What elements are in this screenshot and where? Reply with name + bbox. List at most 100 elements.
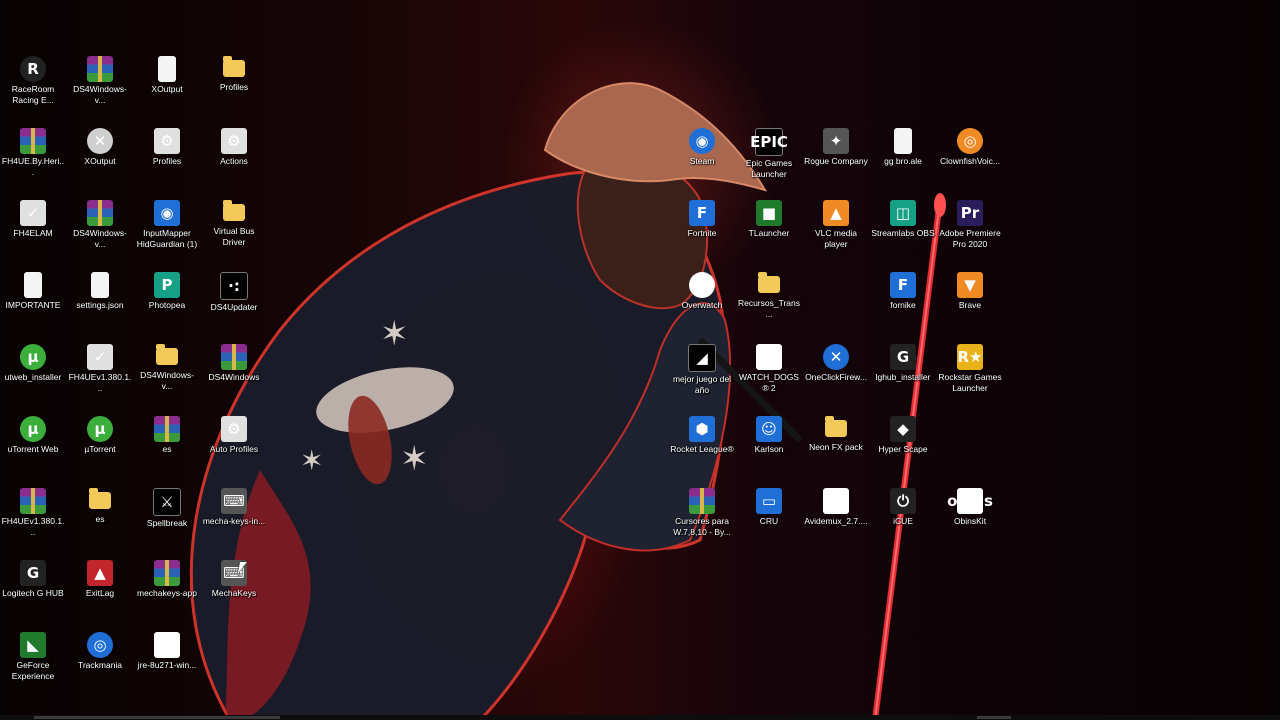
taskbar-edge	[0, 715, 1280, 720]
avidemux-icon: ▤	[823, 488, 849, 514]
desktop-icon[interactable]: μ utweb_installer	[0, 340, 66, 410]
desktop-icon[interactable]: Cursores para W.7,8,10 - By...	[669, 484, 735, 554]
desktop-icon[interactable]: ⚙ Auto Profiles	[201, 412, 267, 482]
desktop-icon[interactable]: ⚙ Profiles	[134, 124, 200, 194]
fortnite-shortcut-icon: F	[890, 272, 916, 298]
desktop-icon[interactable]: ◣ GeForce Experience	[0, 628, 66, 698]
desktop-icon[interactable]: Profiles	[201, 52, 267, 122]
desktop-icon[interactable]: XOutput	[134, 52, 200, 122]
desktop-icon-label: DS4Windows-v...	[73, 84, 127, 105]
winrar-archive-icon	[87, 200, 113, 226]
desktop-icon[interactable]: ▲ ExitLag	[67, 556, 133, 626]
desktop-icon-label: µTorrent	[84, 444, 116, 454]
desktop-icon[interactable]: ▤ Avidemux_2.7....	[803, 484, 869, 554]
desktop-icon[interactable]: Discord	[0, 0, 66, 24]
winrar-archive-icon	[689, 488, 715, 514]
desktop-icon[interactable]: ◔ Overwatch	[669, 268, 735, 338]
desktop-icon[interactable]: G Logitech G HUB	[0, 556, 66, 626]
desktop-icon-label: WATCH_DOGS® 2	[739, 372, 799, 393]
desktop-icon[interactable]: DS4Windows-v...	[134, 340, 200, 410]
epic-games-icon: EPIC	[750, 128, 788, 156]
desktop-icon[interactable]: Virtual Bus Driver	[201, 196, 267, 266]
desktop-icon[interactable]: ✕ OneClickFirew...	[803, 340, 869, 410]
desktop-icon[interactable]: ◉ Steam	[669, 124, 735, 194]
desktop-icon[interactable]: ⌨ MechaKeys	[201, 556, 267, 626]
desktop-icon[interactable]: ✓ FH4UEv1.380.1...	[67, 340, 133, 410]
utorrent-web-installer-icon: μ	[20, 344, 46, 370]
desktop-icon-label: FH4UEv1.380.1...	[68, 372, 132, 393]
desktop-icon[interactable]: R RaceRoom Racing E...	[0, 52, 66, 122]
document-icon	[158, 56, 176, 82]
desktop-icon[interactable]: ⚙ Actions	[201, 124, 267, 194]
steam-icon: ◉	[689, 128, 715, 154]
desktop-icon[interactable]: F Fortnite	[669, 196, 735, 266]
desktop-icon[interactable]: es	[134, 412, 200, 482]
desktop-icon-label: Hyper Scape	[878, 444, 928, 454]
desktop-icon[interactable]: EPIC Epic Games Launcher	[736, 124, 802, 194]
desktop-icon-label: utweb_installer	[4, 372, 62, 382]
desktop-icon[interactable]: ⌨ mecha-keys-in...	[201, 484, 267, 554]
desktop-icon[interactable]: ✕ XOutput	[67, 124, 133, 194]
raceroom-icon: R	[20, 56, 46, 82]
desktop-icon[interactable]: DS4Windows	[201, 0, 267, 24]
desktop-icon[interactable]: Recursos_Trans...	[736, 268, 802, 338]
streamlabs-obs-icon: ◫	[890, 200, 916, 226]
desktop-icon[interactable]: DS4Windows	[201, 340, 267, 410]
desktop-icon[interactable]: Pr Adobe Premiere Pro 2020	[937, 196, 1003, 266]
rogue-company-icon: ✦	[823, 128, 849, 154]
folder-icon	[156, 344, 178, 365]
desktop-icon-label: InputMapper HidGuardian (1)	[136, 228, 198, 249]
desktop-icon[interactable]: ✦ Rogue Company	[803, 124, 869, 194]
desktop-icon[interactable]: μ uTorrent Web	[0, 412, 66, 482]
desktop-icon-label: Rockstar Games Launcher	[938, 372, 1002, 393]
desktop-icon[interactable]: ◆ Hyper Scape	[870, 412, 936, 482]
desktop-icon[interactable]: ·: DS4Updater	[201, 268, 267, 338]
desktop-icon[interactable]: FH4UE.By.Heri...	[0, 124, 66, 194]
winrar-archive-icon	[154, 416, 180, 442]
desktop-icon[interactable]: ◎ ClownfishVoic...	[937, 124, 1003, 194]
desktop-icon[interactable]: mechakeys-app	[134, 556, 200, 626]
desktop-icon[interactable]: Neon FX pack	[803, 412, 869, 482]
config-file-icon: ⚙	[154, 128, 180, 154]
config-file-icon: ⚙	[221, 416, 247, 442]
desktop-icon[interactable]: P Photopea	[134, 268, 200, 338]
desktop-icon[interactable]: ■ TLauncher	[736, 196, 802, 266]
desktop-icon[interactable]: FH4UEv1.380.1...	[0, 484, 66, 554]
desktop-icon-label: Recursos_Trans...	[737, 298, 801, 319]
desktop-icon[interactable]: settings.json	[67, 268, 133, 338]
desktop-icon-label: DS4Windows	[208, 372, 260, 382]
text-file-icon	[24, 272, 42, 298]
desktop-icon[interactable]: DS4Windows-v...	[67, 196, 133, 266]
desktop-icon[interactable]: DS4Windows-v...	[67, 52, 133, 122]
desktop-icon[interactable]: ✓ FH4ELAM	[0, 196, 66, 266]
desktop-icon[interactable]: gg bro.ale	[870, 124, 936, 194]
desktop-icon[interactable]: ☺ Karlson	[736, 412, 802, 482]
desktop-icon[interactable]: ▼ Brave	[937, 268, 1003, 338]
desktop-icon[interactable]: XOutput	[134, 0, 200, 24]
desktop-icon[interactable]: Ffornike	[870, 268, 936, 338]
desktop-icon[interactable]: ☕ jre-8u271-win...	[134, 628, 200, 698]
desktop-icon[interactable]: ◢ mejor juego del año	[669, 340, 735, 410]
desktop-icon-label: mejor juego del año	[672, 374, 732, 395]
desktop-icon-label: XOutput	[151, 84, 183, 94]
desktop-icon[interactable]: ⏻ iCUE	[870, 484, 936, 554]
desktop-icon[interactable]: Glghub_installer	[870, 340, 936, 410]
desktop-icon-label: Steam	[689, 156, 715, 166]
desktop-icon[interactable]: W WATCH_DOGS® 2	[736, 340, 802, 410]
desktop-icon-label: RaceRoom Racing E...	[11, 84, 55, 105]
desktop-icon[interactable]: ⚔ Spellbreak	[134, 484, 200, 554]
desktop-icon[interactable]: R★ Rockstar Games Launcher	[937, 340, 1003, 410]
desktop-icon[interactable]: ▲ VLC media player	[803, 196, 869, 266]
desktop-icon[interactable]: ◉ InputMapper HidGuardian (1)	[134, 196, 200, 266]
desktop-icon[interactable]: es	[67, 484, 133, 554]
desktop-icon[interactable]: Forza Horizon 4	[67, 0, 133, 24]
desktop-icon[interactable]: ⬢ Rocket League®	[669, 412, 735, 482]
desktop-icon[interactable]: ▭ CRU	[736, 484, 802, 554]
winrar-archive-icon	[20, 488, 46, 514]
desktop-icon[interactable]: ◎ Trackmania	[67, 628, 133, 698]
desktop-icon[interactable]: obins ObinsKit	[937, 484, 1003, 554]
desktop-icon[interactable]: IMPORTANTE	[0, 268, 66, 338]
desktop-icon[interactable]: μ µTorrent	[67, 412, 133, 482]
desktop-icon-label: MechaKeys	[211, 588, 257, 598]
desktop-icon[interactable]: ◫ Streamlabs OBS	[870, 196, 936, 266]
